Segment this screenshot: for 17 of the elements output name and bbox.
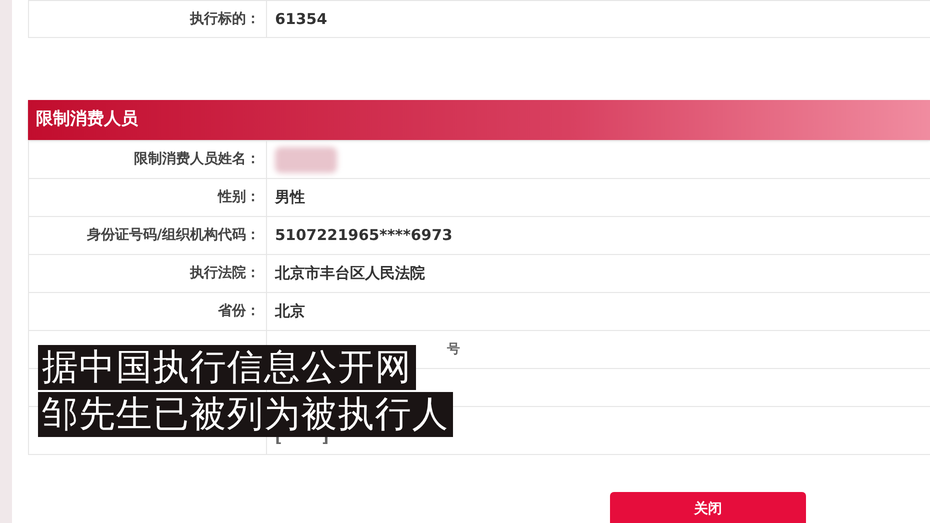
field-label: 性别： (218, 188, 260, 207)
close-button[interactable]: 关闭 (610, 492, 806, 523)
field-label: 身份证号码/组织机构代码： (86, 226, 260, 245)
field-label: 省份： (218, 302, 260, 321)
field-label: 执行标的： (190, 10, 260, 28)
blurred-name (275, 146, 337, 172)
section-title: 限制消费人员 (36, 108, 138, 132)
field-value: 北京市丰台区人民法院 (275, 263, 425, 284)
field-value: 北京 (275, 301, 305, 322)
subtitle: 据中国执行信息公开网 (38, 345, 416, 390)
field-label: 限制消费人员姓名： (134, 150, 260, 169)
field-label: 执行法院： (190, 264, 260, 283)
subtitle: 邹先生已被列为被执行人 (38, 392, 453, 437)
field-value: 男性 (275, 187, 305, 208)
field-value: 5107221965****6973 (275, 225, 452, 246)
field-value: 61354 (275, 8, 328, 30)
field-value: 号 (447, 340, 460, 359)
